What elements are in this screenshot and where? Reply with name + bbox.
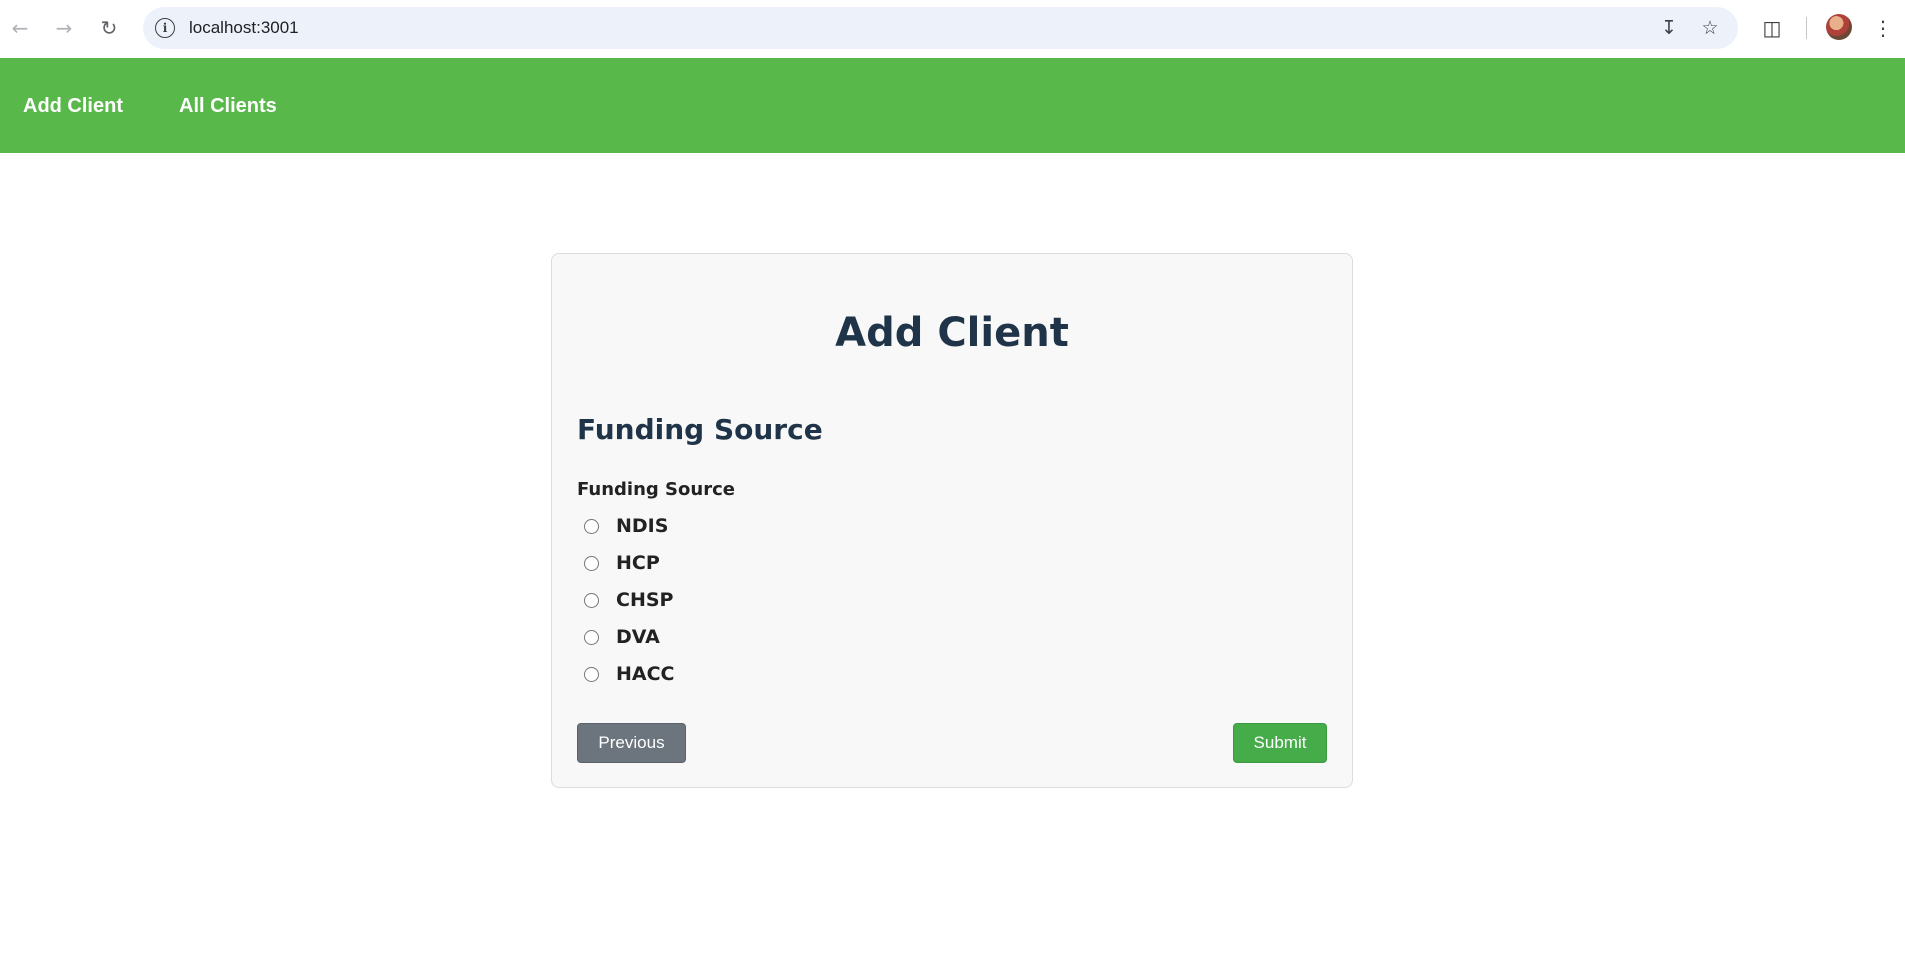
install-app-icon[interactable]: ↧ [1657,16,1681,40]
nav-all-clients[interactable]: All Clients [179,95,277,118]
radio-button[interactable] [584,666,599,682]
radio-option-chsp[interactable]: CHSP [584,588,673,612]
radio-label: NDIS [616,515,669,537]
radio-button[interactable] [584,555,599,571]
funding-source-label: Funding Source [577,479,735,500]
previous-button[interactable]: Previous [577,723,686,763]
toolbar-divider [1806,17,1807,39]
radio-label: HCP [616,552,660,574]
submit-button[interactable]: Submit [1233,723,1327,763]
url-text[interactable]: localhost:3001 [189,18,299,38]
radio-label: DVA [616,626,660,648]
section-title: Funding Source [577,413,823,446]
bookmark-star-icon[interactable]: ☆ [1698,16,1722,40]
radio-option-hacc[interactable]: HACC [584,662,675,686]
radio-button[interactable] [584,518,599,534]
radio-label: HACC [616,663,675,685]
reload-icon[interactable]: ↻ [93,12,125,44]
extensions-icon[interactable]: ◫ [1757,13,1787,43]
site-info-icon[interactable]: i [155,18,175,38]
app-navbar: Add Client All Clients [0,58,1905,153]
add-client-form-card: Add Client Funding Source Funding Source… [551,253,1353,788]
radio-option-ndis[interactable]: NDIS [584,514,668,538]
page-title: Add Client [835,310,1069,356]
forward-arrow-icon[interactable]: → [48,12,80,44]
radio-button[interactable] [584,592,599,608]
radio-option-hcp[interactable]: HCP [584,551,660,575]
address-bar[interactable]: i localhost:3001 ↧ ☆ [143,7,1738,49]
back-arrow-icon[interactable]: ← [4,12,36,44]
browser-toolbar: ← → ↻ i localhost:3001 ↧ ☆ ◫ ⋮ [0,0,1905,58]
profile-avatar[interactable] [1826,14,1852,40]
radio-label: CHSP [616,589,674,611]
radio-option-dva[interactable]: DVA [584,625,660,649]
kebab-menu-icon[interactable]: ⋮ [1868,13,1898,43]
radio-button[interactable] [584,629,599,645]
nav-add-client[interactable]: Add Client [23,95,123,118]
